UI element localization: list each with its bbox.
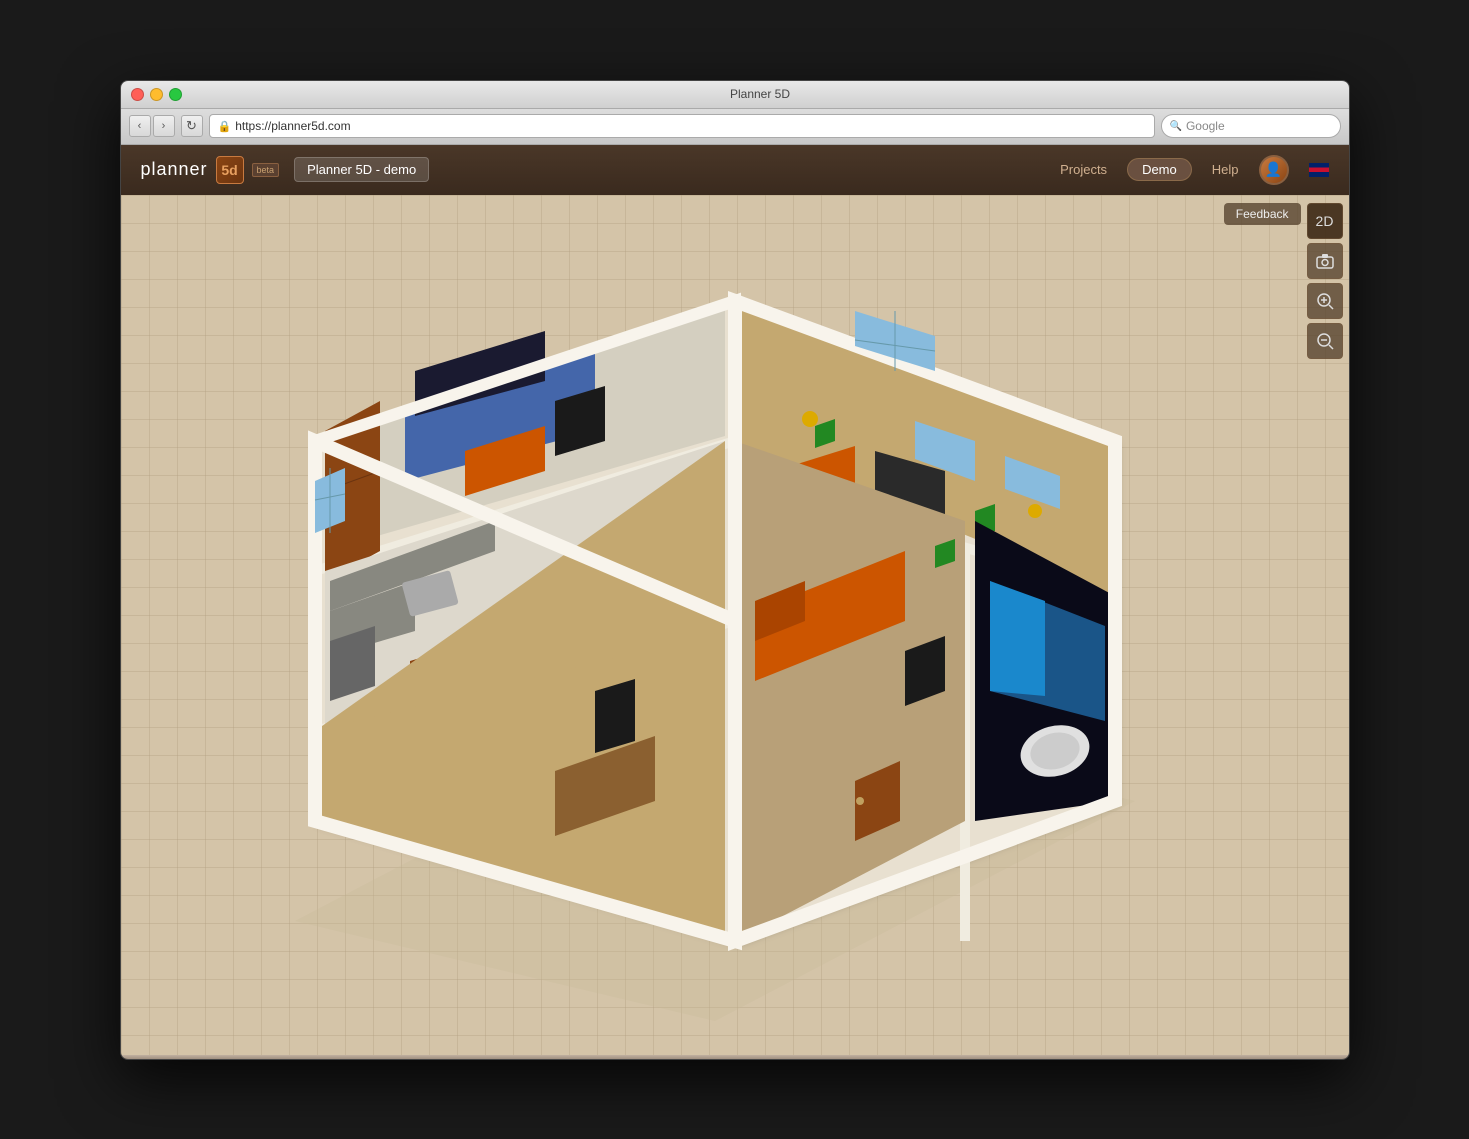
nav-help[interactable]: Help <box>1212 162 1239 177</box>
camera-button[interactable] <box>1307 243 1343 279</box>
view-2d-button[interactable]: 2D <box>1307 203 1343 239</box>
logo-box: 5d <box>216 156 244 184</box>
search-placeholder: Google <box>1186 119 1225 133</box>
camera-icon <box>1316 253 1334 269</box>
zoom-in-icon <box>1316 292 1334 310</box>
floorplan-view[interactable] <box>121 195 1349 1055</box>
window-bottom-bar <box>121 1055 1349 1059</box>
url-text: https://planner5d.com <box>235 119 1145 133</box>
right-toolbar: 2D <box>1307 203 1343 359</box>
nav-projects[interactable]: Projects <box>1060 162 1107 177</box>
traffic-lights <box>131 88 182 101</box>
main-content: Feedback 2D <box>121 195 1349 1055</box>
reload-button[interactable]: ↻ <box>181 115 203 137</box>
minimize-button[interactable] <box>150 88 163 101</box>
beta-tag: beta <box>252 163 280 177</box>
maximize-button[interactable] <box>169 88 182 101</box>
feedback-button[interactable]: Feedback <box>1224 203 1301 225</box>
nav-demo[interactable]: Demo <box>1127 158 1192 181</box>
logo-area: planner 5d beta <box>141 156 280 184</box>
title-bar: Planner 5D <box>121 81 1349 109</box>
forward-button[interactable]: › <box>153 115 175 137</box>
lock-icon: 🔒 <box>218 120 232 133</box>
app-header: planner 5d beta Planner 5D - demo Projec… <box>121 145 1349 195</box>
window-title: Planner 5D <box>182 87 1339 101</box>
language-flag[interactable] <box>1309 163 1329 177</box>
zoom-out-icon <box>1316 332 1334 350</box>
mac-window: Planner 5D ‹ › ↻ 🔒 https://planner5d.com… <box>120 80 1350 1060</box>
nav-buttons: ‹ › <box>129 115 175 137</box>
search-icon: 🔍 <box>1170 121 1182 132</box>
logo-text: planner <box>141 159 208 180</box>
user-avatar[interactable]: 👤 <box>1259 155 1289 185</box>
url-bar[interactable]: 🔒 https://planner5d.com <box>209 114 1155 138</box>
zoom-in-button[interactable] <box>1307 283 1343 319</box>
project-name[interactable]: Planner 5D - demo <box>294 157 429 182</box>
search-bar[interactable]: 🔍 Google <box>1161 114 1341 138</box>
floorplan-svg <box>215 241 1215 1041</box>
back-button[interactable]: ‹ <box>129 115 151 137</box>
address-bar: ‹ › ↻ 🔒 https://planner5d.com 🔍 Google <box>121 109 1349 145</box>
header-nav: Projects Demo Help 👤 <box>1060 155 1328 185</box>
close-button[interactable] <box>131 88 144 101</box>
zoom-out-button[interactable] <box>1307 323 1343 359</box>
